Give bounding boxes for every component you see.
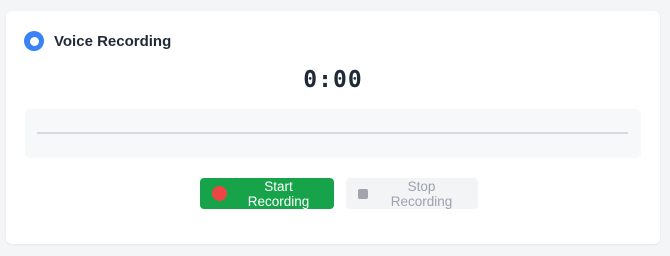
recorder-title: Voice Recording xyxy=(54,32,172,50)
recording-timer: 0:00 xyxy=(303,67,363,93)
waveform-display xyxy=(25,109,641,158)
stop-recording-button[interactable]: Stop Recording xyxy=(346,178,478,209)
voice-recorder-card: Voice Recording 0:00 Start Recording Sto… xyxy=(6,11,660,244)
waveform-baseline xyxy=(37,132,628,134)
recording-indicator-icon xyxy=(24,31,44,51)
recorder-header: Voice Recording xyxy=(24,31,171,51)
start-recording-button[interactable]: Start Recording xyxy=(200,178,334,209)
stop-square-icon xyxy=(358,188,368,199)
recording-controls: Start Recording Stop Recording xyxy=(6,178,660,209)
start-recording-label: Start Recording xyxy=(247,178,310,209)
stop-recording-label: Stop Recording xyxy=(390,178,453,209)
record-dot-icon xyxy=(212,186,227,201)
